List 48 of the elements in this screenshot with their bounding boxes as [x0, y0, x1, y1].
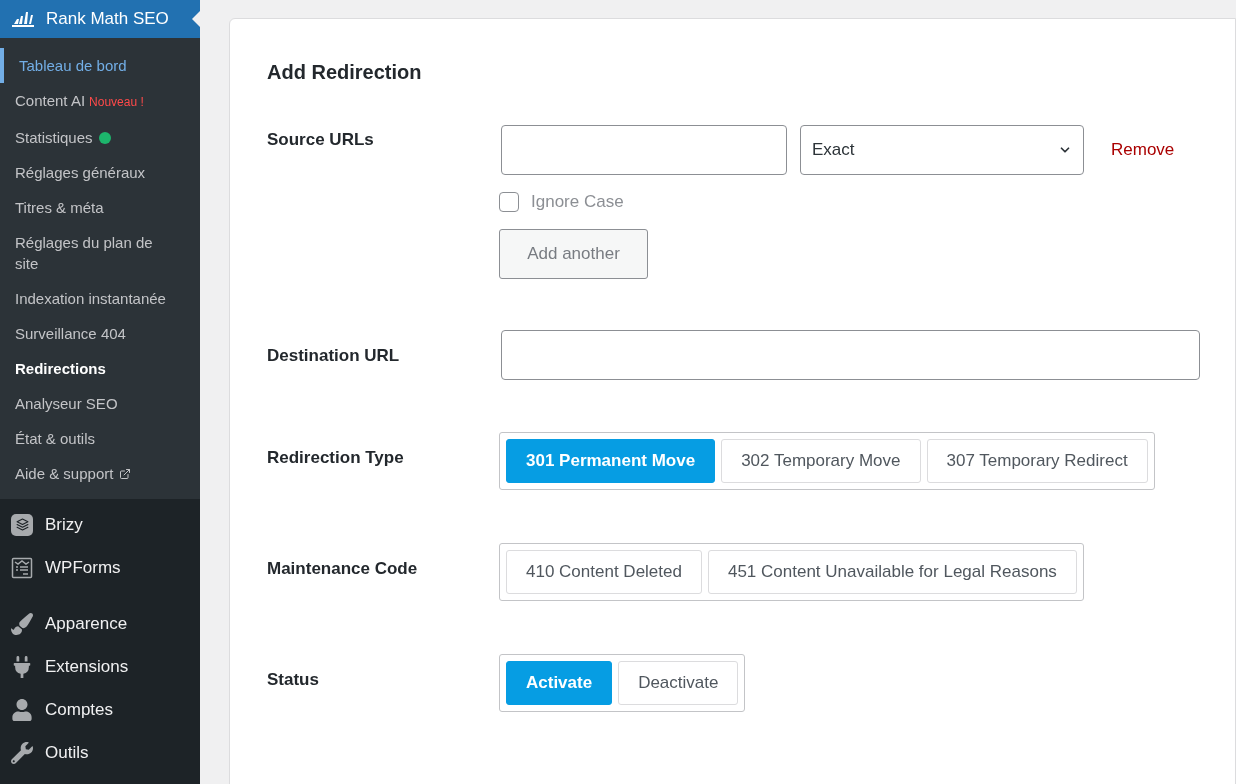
option-button[interactable]: 307 Temporary Redirect: [926, 438, 1148, 483]
match-select[interactable]: Exact: [800, 125, 1084, 175]
submenu-item[interactable]: Réglages généraux: [0, 155, 200, 190]
submenu-item[interactable]: Titres & méta: [0, 190, 200, 225]
menu-header[interactable]: Rank Math SEO: [0, 0, 200, 38]
new-label: Nouveau !: [89, 95, 144, 109]
option-button[interactable]: 302 Temporary Move: [721, 438, 921, 483]
menu-header-label: Rank Math SEO: [46, 8, 169, 31]
ignore-case-checkbox[interactable]: [499, 191, 519, 212]
option-button[interactable]: 451 Content Unavailable for Legal Reasons: [707, 549, 1077, 594]
menu-item[interactable]: Brizy: [45, 511, 83, 538]
submenu-item[interactable]: Redirections: [0, 351, 200, 386]
option-button[interactable]: 410 Content Deleted: [506, 549, 702, 594]
field-label: Status: [267, 668, 320, 691]
menu-item[interactable]: Extensions: [45, 653, 129, 680]
chart-logo-icon: [10, 10, 36, 28]
plug-icon: [11, 655, 33, 678]
submenu-item[interactable]: Statistiques: [0, 120, 200, 155]
user-icon: [11, 698, 33, 721]
submenu-item[interactable]: Tableau de bord: [0, 48, 200, 83]
paintbrush-icon: [11, 612, 33, 635]
submenu-item[interactable]: État & outils: [0, 421, 200, 456]
menu-item[interactable]: Outils: [45, 739, 89, 766]
destination-url-input[interactable]: [501, 329, 1200, 380]
menu-item[interactable]: Comptes: [45, 696, 114, 723]
menu-item[interactable]: Apparence: [45, 610, 128, 637]
submenu-item[interactable]: Content AI Nouveau !: [0, 83, 200, 120]
field-label: Maintenance Code: [267, 557, 419, 580]
submenu-item[interactable]: Indexation instantanée: [0, 281, 200, 316]
menu-item[interactable]: WPForms: [45, 554, 121, 581]
option-button[interactable]: Deactivate: [618, 660, 739, 705]
layers-icon: [11, 513, 33, 536]
remove-link[interactable]: Remove: [1111, 137, 1175, 163]
current-menu-pointer: [192, 11, 200, 27]
external-link-icon: [119, 467, 132, 480]
submenu-item[interactable]: Aide & support: [0, 456, 200, 491]
form-title: Add Redirection: [267, 60, 423, 85]
field-label: Source URLs: [267, 129, 375, 151]
form-icon: [11, 556, 33, 579]
field-label: Destination URL: [267, 344, 401, 367]
field-label: Redirection Type: [267, 446, 405, 469]
submenu-item[interactable]: Réglages du plan de site: [0, 225, 200, 281]
source-url-input[interactable]: [501, 125, 787, 175]
submenu-item[interactable]: Analyseur SEO: [0, 386, 200, 421]
wrench-icon: [11, 741, 33, 764]
submenu-item[interactable]: Surveillance 404: [0, 316, 200, 351]
add-another-button[interactable]: Add another: [499, 228, 648, 279]
checkbox-label: Ignore Case: [531, 191, 624, 213]
